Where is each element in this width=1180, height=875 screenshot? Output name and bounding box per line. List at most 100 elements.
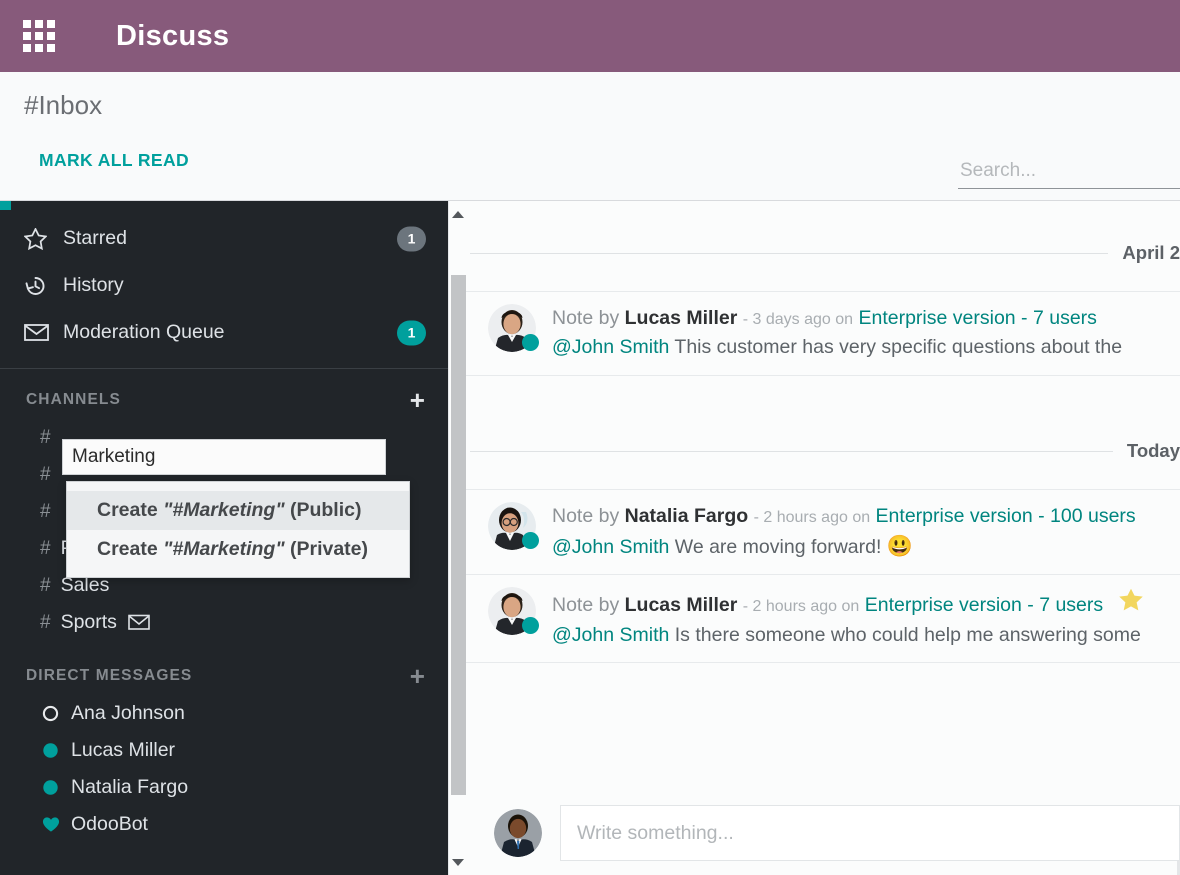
direct-messages-title: DIRECT MESSAGES bbox=[26, 667, 192, 685]
message-text: This customer has very specific question… bbox=[669, 336, 1122, 358]
circle-filled-icon bbox=[42, 742, 60, 759]
option-name: "#Marketing" bbox=[163, 538, 284, 560]
scrollbar-thumb[interactable] bbox=[451, 275, 466, 795]
date-separator: Today bbox=[466, 431, 1180, 471]
message-text: We are moving forward! bbox=[669, 536, 886, 558]
hash-icon: # bbox=[40, 427, 51, 449]
scroll-down-arrow-icon[interactable] bbox=[449, 853, 467, 871]
avatar bbox=[488, 587, 536, 635]
apps-grid-icon[interactable] bbox=[22, 19, 56, 53]
message-timestamp: - 2 hours ago on bbox=[743, 598, 860, 615]
circle-outline-icon bbox=[42, 705, 60, 722]
emoji-icon: 😃 bbox=[887, 535, 913, 558]
mark-all-read-button[interactable]: MARK ALL READ bbox=[39, 150, 189, 171]
date-separator: April 2 bbox=[466, 233, 1180, 273]
message-body: Note by Natalia Fargo - 2 hours ago on E… bbox=[552, 502, 1180, 563]
message-record-link[interactable]: Enterprise version - 7 users bbox=[858, 307, 1096, 329]
composer-input[interactable] bbox=[560, 805, 1180, 861]
message-body: Note by Lucas Miller - 3 days ago on Ent… bbox=[552, 304, 1180, 363]
heart-icon bbox=[42, 816, 60, 833]
separator-line bbox=[470, 451, 1180, 452]
active-indicator bbox=[0, 201, 11, 210]
thread-scrollbar[interactable] bbox=[448, 201, 466, 875]
autocomplete-option-private[interactable]: Create "#Marketing" (Private) bbox=[67, 530, 409, 569]
sidebar-item-starred[interactable]: Starred 1 bbox=[0, 215, 448, 262]
sidebar-item-label: Starred bbox=[63, 227, 127, 250]
date-separator-label: April 2 bbox=[1108, 242, 1180, 264]
message-content: @John Smith We are moving forward! 😃 bbox=[552, 531, 1180, 563]
breadcrumb: #Inbox bbox=[24, 90, 102, 121]
control-panel: #Inbox MARK ALL READ Filters Favorites bbox=[0, 72, 1180, 201]
top-navbar: Discuss bbox=[0, 0, 1180, 72]
message-header: Note by Lucas Miller - 3 days ago on Ent… bbox=[552, 304, 1180, 333]
message-composer bbox=[466, 805, 1180, 861]
sidebar-item-natalia-fargo[interactable]: Natalia Fargo bbox=[0, 769, 448, 806]
search-input[interactable] bbox=[958, 160, 1180, 189]
sidebar-item-moderation-queue[interactable]: Moderation Queue 1 bbox=[0, 309, 448, 356]
channels-title: CHANNELS bbox=[26, 391, 121, 409]
option-name: "#Marketing" bbox=[163, 499, 284, 521]
search-view bbox=[958, 160, 1180, 189]
envelope-icon bbox=[24, 323, 50, 342]
status-badge: 1 bbox=[397, 226, 426, 251]
dm-label: Ana Johnson bbox=[71, 702, 185, 725]
mention-link[interactable]: @John Smith bbox=[552, 536, 669, 558]
star-filled-icon[interactable] bbox=[1119, 591, 1143, 616]
message-author: Lucas Miller bbox=[625, 594, 738, 616]
hash-icon: # bbox=[40, 464, 51, 486]
sidebar-item-label: Moderation Queue bbox=[63, 321, 225, 344]
sidebar-item-lucas-miller[interactable]: Lucas Miller bbox=[0, 732, 448, 769]
app-title: Discuss bbox=[116, 20, 229, 53]
circle-filled-icon bbox=[42, 779, 60, 796]
message-item[interactable]: Note by Lucas Miller - 2 hours ago on En… bbox=[466, 575, 1180, 663]
mention-link[interactable]: @John Smith bbox=[552, 624, 669, 646]
message-prefix: Note by bbox=[552, 307, 619, 329]
option-prefix: Create bbox=[97, 538, 158, 560]
history-icon bbox=[24, 275, 50, 297]
option-suffix: (Public) bbox=[290, 499, 362, 521]
date-separator-label: Today bbox=[1113, 440, 1180, 462]
message-item[interactable]: Note by Natalia Fargo - 2 hours ago on E… bbox=[466, 489, 1180, 576]
scroll-up-arrow-icon[interactable] bbox=[449, 205, 467, 223]
hash-icon: # bbox=[40, 501, 51, 523]
message-record-link[interactable]: Enterprise version - 7 users bbox=[865, 594, 1103, 616]
envelope-icon[interactable] bbox=[128, 614, 150, 631]
channel-label: Sports bbox=[61, 611, 117, 634]
message-timestamp: - 2 hours ago on bbox=[754, 509, 871, 526]
message-timestamp: - 3 days ago on bbox=[743, 311, 853, 328]
message-author: Natalia Fargo bbox=[625, 505, 749, 527]
hash-icon: # bbox=[40, 612, 51, 634]
status-badge: 1 bbox=[397, 320, 426, 345]
separator-line bbox=[470, 253, 1180, 254]
online-status-dot bbox=[522, 334, 539, 351]
sidebar-item-ana-johnson[interactable]: Ana Johnson bbox=[0, 695, 448, 732]
message-thread: April 2 bbox=[466, 201, 1180, 875]
message-prefix: Note by bbox=[552, 594, 619, 616]
option-prefix: Create bbox=[97, 499, 158, 521]
message-content: @John Smith Is there someone who could h… bbox=[552, 621, 1180, 650]
mention-link[interactable]: @John Smith bbox=[552, 336, 669, 358]
new-channel-input[interactable] bbox=[62, 439, 386, 475]
message-header: Note by Natalia Fargo - 2 hours ago on E… bbox=[552, 502, 1180, 531]
discuss-app-window: Discuss #Inbox MARK ALL READ Filters Fav… bbox=[0, 0, 1180, 875]
sidebar-item-history[interactable]: History bbox=[0, 262, 448, 309]
add-direct-message-plus-icon[interactable]: + bbox=[410, 667, 426, 685]
dm-label: OdooBot bbox=[71, 813, 148, 836]
direct-messages-group-header: DIRECT MESSAGES + bbox=[0, 641, 448, 695]
sidebar-item-odoobot[interactable]: OdooBot bbox=[0, 806, 448, 843]
new-channel-input-wrapper bbox=[62, 439, 386, 475]
online-status-dot bbox=[522, 617, 539, 634]
autocomplete-option-public[interactable]: Create "#Marketing" (Public) bbox=[67, 491, 409, 530]
message-item[interactable]: Note by Lucas Miller - 3 days ago on Ent… bbox=[466, 291, 1180, 376]
add-channel-plus-icon[interactable]: + bbox=[410, 391, 426, 409]
message-content: @John Smith This customer has very speci… bbox=[552, 333, 1180, 362]
channels-group-header: CHANNELS + bbox=[0, 369, 448, 419]
message-record-link[interactable]: Enterprise version - 100 users bbox=[876, 505, 1136, 527]
message-text: Is there someone who could help me answe… bbox=[669, 624, 1141, 646]
star-outline-icon bbox=[24, 228, 50, 250]
sidebar-item-sports[interactable]: # Sports bbox=[0, 604, 448, 641]
sidebar-item-label: History bbox=[63, 274, 124, 297]
message-prefix: Note by bbox=[552, 505, 619, 527]
hash-icon: # bbox=[40, 575, 51, 597]
new-channel-autocomplete: Create "#Marketing" (Public) Create "#Ma… bbox=[66, 481, 410, 578]
